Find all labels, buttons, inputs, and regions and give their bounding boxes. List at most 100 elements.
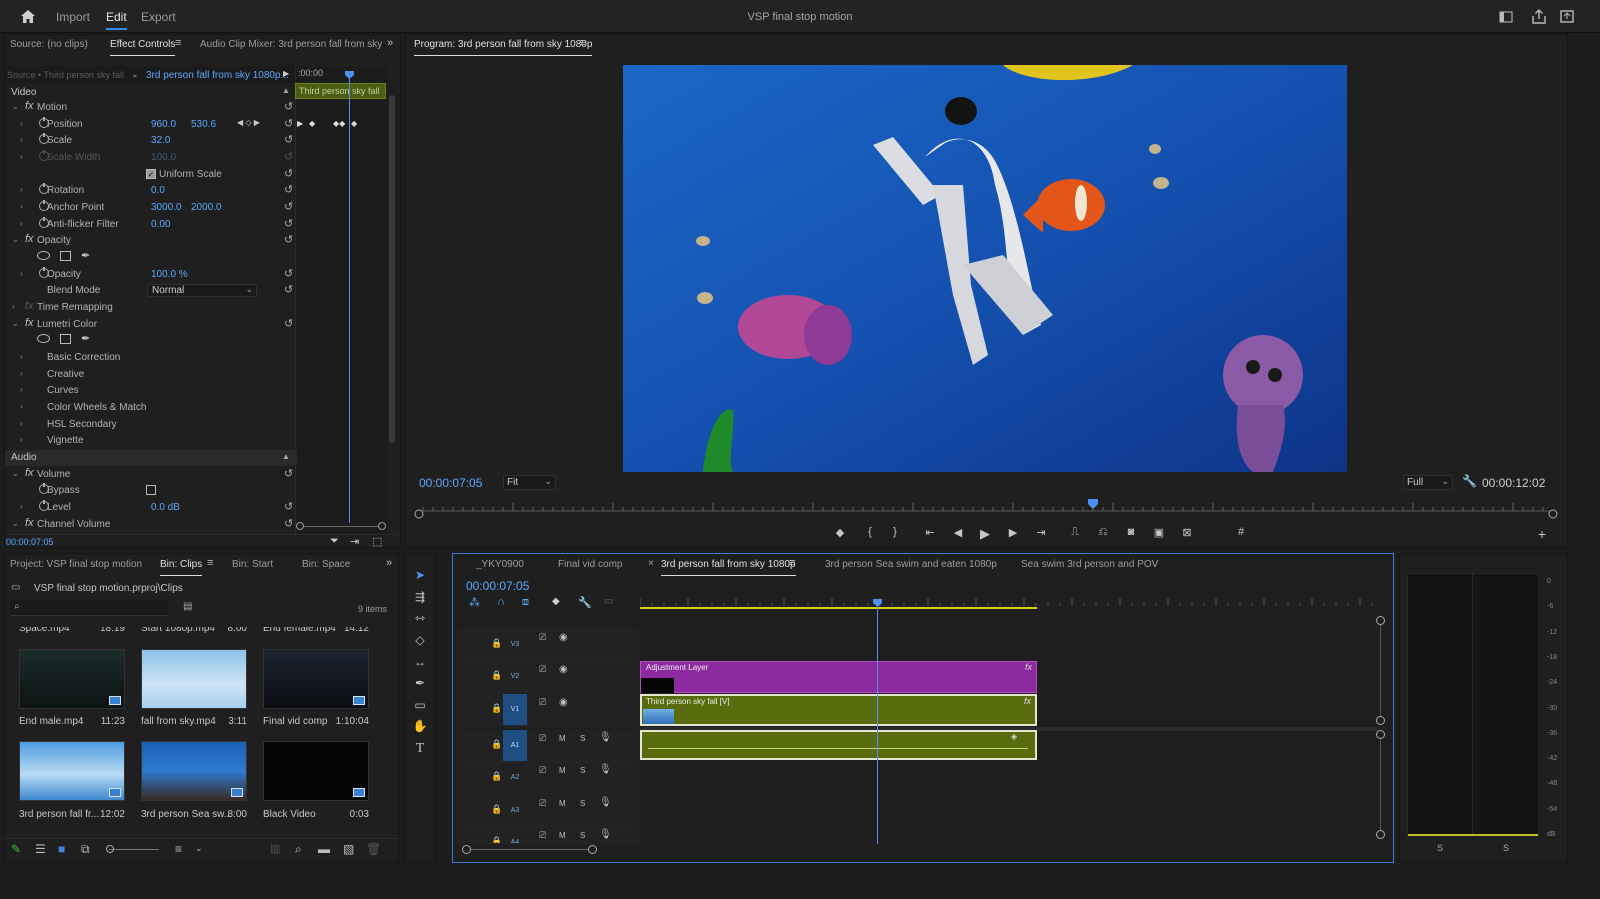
track-target-icon[interactable]: ⎚ (539, 733, 546, 744)
add-marker-icon[interactable]: ◆ (831, 526, 849, 539)
track-target-icon[interactable]: ⎚ (539, 830, 546, 841)
keyframe-icon[interactable]: ◆ (351, 119, 357, 128)
disclosure-icon[interactable]: ⌄ (12, 235, 19, 244)
bypass-checkbox[interactable] (146, 485, 156, 495)
effect-row[interactable]: ✒ (5, 333, 297, 349)
mark-in-icon[interactable]: { (861, 526, 879, 538)
reset-icon[interactable]: ↺ (284, 200, 293, 213)
effect-row[interactable]: › fx Time Remapping (5, 300, 297, 316)
wrench-icon[interactable]: 🔧 (1462, 474, 1477, 488)
comparison-view-icon[interactable]: ▣ (1150, 526, 1168, 539)
solo-left-button[interactable]: S (1437, 843, 1443, 853)
ripple-edit-tool-icon[interactable]: ⇿ (412, 611, 428, 627)
track-header-v3[interactable]: 🔒 V3 ⎚ ◉ (457, 629, 639, 661)
eye-icon[interactable]: ◉ (559, 697, 568, 708)
mute-button[interactable]: M (559, 734, 566, 743)
ellipse-mask-icon[interactable] (37, 334, 50, 343)
hand-tool-icon[interactable]: ✋ (412, 719, 428, 735)
timeline-playhead[interactable] (877, 604, 878, 844)
panel-menu-icon[interactable]: ≡ (207, 557, 213, 569)
fx-icon[interactable]: fx (25, 317, 34, 329)
track-header-a3[interactable]: 🔒 A3 ⎚ M S 🎙 (457, 795, 639, 827)
collapse-icon[interactable]: ▲ (282, 86, 290, 95)
item-name[interactable]: fall from sky.mp4 (141, 716, 216, 727)
timeline-tab[interactable]: 3rd person fall from sky 1080p (661, 559, 796, 576)
razor-tool-icon[interactable]: ◇ (412, 633, 428, 649)
tab-source[interactable]: Source: (no clips) (10, 39, 88, 50)
disclosure-icon[interactable]: › (12, 302, 15, 311)
nav-export[interactable]: Export (141, 10, 176, 24)
effect-row[interactable]: › Color Wheels & Match (5, 400, 297, 416)
clip-video[interactable]: Third person sky fall [V] fx (640, 694, 1037, 726)
tab-bin-clips[interactable]: Bin: Clips (160, 559, 203, 576)
effect-row[interactable]: ⌄ fx Opacity ↺ (5, 233, 297, 249)
effect-row[interactable]: › Rotation 0.0 ↺ (5, 183, 297, 199)
disclosure-icon[interactable]: › (20, 269, 23, 278)
effect-row[interactable]: ⌄ fx Channel Volume ↺ (5, 517, 297, 533)
solo-button[interactable]: S (580, 831, 585, 840)
track-header-a2[interactable]: 🔒 A2 ⎚ M S 🎙 (457, 762, 639, 794)
new-search-bin-icon[interactable]: ▤ (183, 601, 192, 612)
quality-select[interactable]: Full ⌄ (1403, 475, 1453, 490)
home-icon[interactable] (20, 9, 36, 24)
effect-row[interactable]: ✓ Uniform Scale ↺ (5, 167, 297, 183)
filter-icon[interactable]: ⏷ (330, 535, 339, 548)
lock-icon[interactable]: 🔒 (491, 703, 502, 714)
disclosure-icon[interactable]: ⌄ (12, 519, 19, 528)
disclosure-icon[interactable]: › (20, 385, 23, 394)
disclosure-icon[interactable]: ⌄ (12, 102, 19, 111)
lift-icon[interactable]: ⎍ (1066, 526, 1084, 539)
fx-icon[interactable]: fx (25, 100, 34, 112)
timeline-zoom-bar[interactable] (466, 849, 592, 850)
lock-icon[interactable]: 🔒 (491, 670, 502, 681)
track-label[interactable]: A2 (503, 762, 527, 793)
param-value[interactable]: 960.0 (151, 119, 176, 130)
microphone-icon[interactable]: 🎙 (599, 797, 612, 808)
track-header-a1[interactable]: 🔒 A1 ⎚ M S 🎙 (457, 730, 639, 762)
track-header-v1[interactable]: 🔒 V1 ⎚ ◉ (457, 694, 639, 726)
toggle-sync-lock-icon[interactable]: ⎚ (539, 632, 546, 643)
disclosure-icon[interactable]: ⌄ (12, 319, 19, 328)
microphone-icon[interactable]: 🎙 (599, 732, 612, 743)
toggle-sync-lock-icon[interactable]: ⎚ (539, 697, 546, 708)
param-value-2[interactable]: 530.6 (191, 119, 216, 130)
disclosure-icon[interactable]: › (20, 119, 23, 128)
thumb-3rd-person-fall[interactable] (19, 741, 125, 801)
tab-project[interactable]: Project: VSP final stop motion (10, 559, 142, 570)
effect-row[interactable]: ✒ (5, 250, 297, 266)
scroll-handle[interactable] (1376, 830, 1385, 839)
effect-row[interactable]: › Curves (5, 383, 297, 399)
playhead-marker-icon[interactable] (344, 70, 355, 80)
solo-right-button[interactable]: S (1503, 843, 1509, 853)
track-label[interactable]: V1 (503, 694, 527, 725)
type-tool-icon[interactable]: T (412, 741, 428, 757)
reset-icon[interactable]: ↺ (284, 500, 293, 513)
track-label[interactable]: V2 (503, 661, 527, 692)
lock-icon[interactable]: 🔒 (491, 771, 502, 782)
effect-row[interactable]: ⌄ fx Motion ↺ (5, 100, 297, 116)
disclosure-icon[interactable]: › (20, 219, 23, 228)
effect-row[interactable]: › Scale 32.0 ↺ (5, 133, 297, 149)
effect-row[interactable]: › Anti-flicker Filter 0.00 ↺ (5, 217, 297, 233)
disclosure-icon[interactable]: › (20, 135, 23, 144)
list-view-icon[interactable]: ☰ (35, 842, 46, 856)
reset-icon[interactable]: ↺ (284, 267, 293, 280)
track-label[interactable]: A3 (503, 795, 527, 826)
rectangle-tool-icon[interactable]: ▭ (412, 698, 428, 714)
zoom-handle-right[interactable] (588, 845, 597, 854)
keyframe-icon[interactable]: ▶ (297, 119, 303, 128)
mark-out-icon[interactable]: } (886, 526, 904, 538)
timeline-tab[interactable]: 3rd person Sea swim and eaten 1080p (825, 559, 997, 570)
item-name[interactable]: Final vid comp (263, 716, 327, 727)
program-title[interactable]: Program: 3rd person fall from sky 1080p (414, 39, 593, 56)
panel-menu-icon[interactable]: ≡ (580, 37, 586, 49)
step-back-icon[interactable]: ◀ (949, 526, 967, 539)
track-label[interactable]: A4 (503, 827, 527, 843)
lock-icon[interactable]: 🔒 (491, 739, 502, 750)
thumb-3rd-person-sea[interactable] (141, 741, 247, 801)
rectangle-mask-icon[interactable] (60, 251, 71, 261)
fx-icon[interactable]: fx (25, 467, 34, 479)
export-frame-icon[interactable]: ⬚ (372, 535, 382, 548)
add-marker-icon[interactable]: ◆ (552, 596, 560, 607)
linked-selection-icon[interactable]: ⧈ (522, 596, 529, 609)
